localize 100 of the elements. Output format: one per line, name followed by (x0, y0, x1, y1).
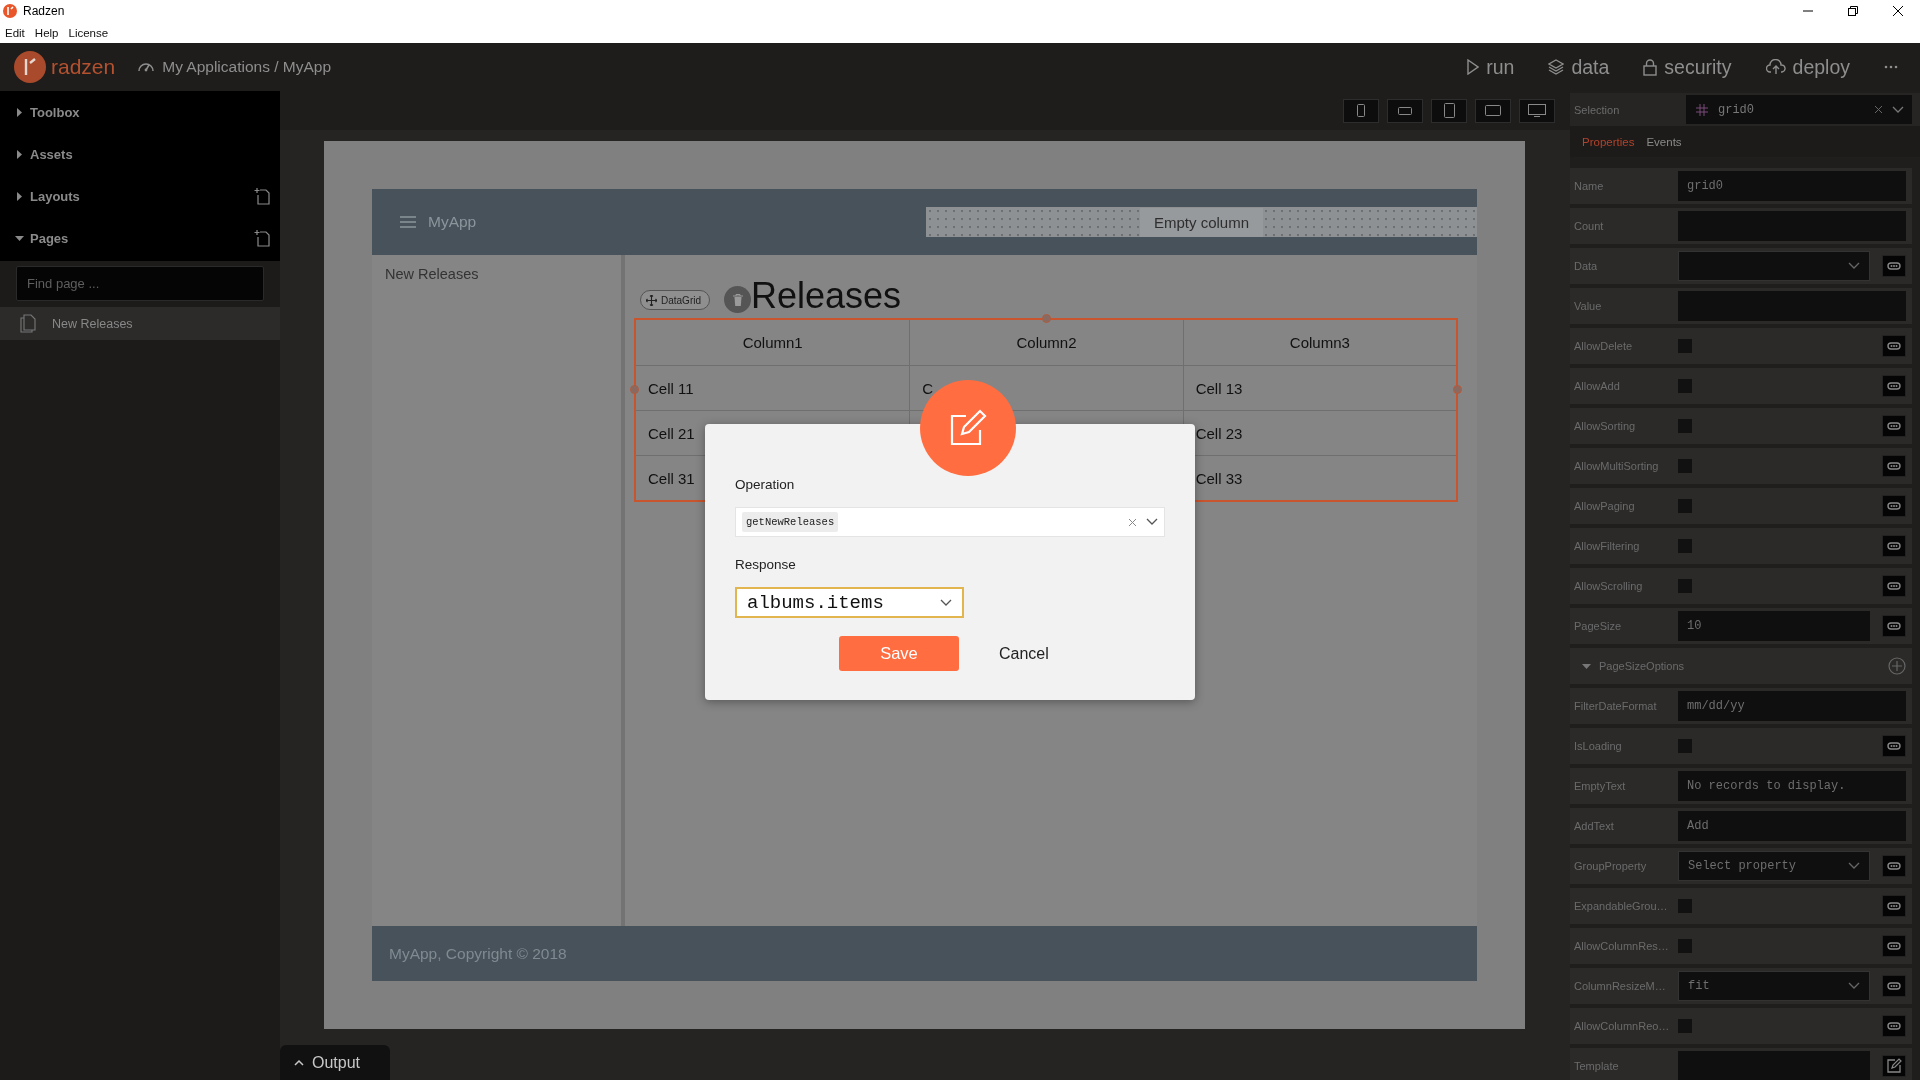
tablet-icon[interactable] (1431, 98, 1467, 123)
bind-button[interactable] (1882, 615, 1906, 637)
cloud-upload-icon (1765, 59, 1786, 75)
tab[interactable]: Properties (1582, 135, 1635, 148)
field-label: Response (735, 557, 797, 572)
dropdown[interactable]: Select property (1678, 851, 1870, 881)
cancel-button[interactable]: Cancel (999, 644, 1049, 663)
more-icon[interactable] (1884, 65, 1898, 69)
tablet-landscape-icon[interactable] (1475, 98, 1511, 123)
bind-button[interactable] (1882, 255, 1906, 277)
page-item[interactable]: New Releases (0, 307, 280, 340)
resize-handle[interactable] (1453, 385, 1462, 394)
nav-link[interactable]: run (1467, 55, 1515, 79)
bind-button[interactable] (1882, 895, 1906, 917)
text-field[interactable]: grid0 (1678, 171, 1906, 201)
checkbox[interactable] (1678, 1019, 1692, 1033)
bind-button[interactable] (1882, 855, 1906, 877)
checkbox[interactable] (1678, 939, 1692, 953)
bind-button[interactable] (1882, 535, 1906, 557)
checkbox[interactable] (1678, 379, 1692, 393)
bind-button[interactable] (1882, 935, 1906, 957)
text-field[interactable] (1678, 211, 1906, 241)
checkbox[interactable] (1678, 739, 1692, 753)
bind-button[interactable] (1882, 975, 1906, 997)
property-label: AllowColumnReo… (1574, 1020, 1671, 1032)
chain-icon (1887, 902, 1901, 910)
phone-icon[interactable] (1343, 98, 1379, 123)
phone-landscape-icon[interactable] (1387, 98, 1423, 123)
new-file-icon[interactable] (254, 187, 270, 205)
text-field[interactable]: 10 (1678, 611, 1870, 641)
caret-right-icon[interactable] (15, 149, 24, 159)
bind-button[interactable] (1882, 375, 1906, 397)
lock-icon (1643, 58, 1658, 76)
caret-right-icon[interactable] (15, 191, 24, 201)
bind-button[interactable] (1882, 455, 1906, 477)
nav-link[interactable]: New Releases (385, 266, 479, 282)
selection-field[interactable]: grid0 (1686, 95, 1912, 124)
section-header[interactable]: Toolbox (30, 104, 270, 120)
property-label: GroupProperty (1574, 860, 1648, 872)
layers-icon (1548, 59, 1565, 75)
bind-button[interactable] (1882, 575, 1906, 597)
new-file-icon[interactable] (254, 229, 270, 247)
empty-column[interactable]: Empty column (926, 207, 1477, 237)
edit-button[interactable] (1882, 1055, 1906, 1077)
add-circle-icon[interactable] (1888, 657, 1906, 675)
breadcrumb[interactable]: My Applications / MyApp (162, 58, 332, 76)
checkbox[interactable] (1678, 579, 1692, 593)
text-field[interactable]: No records to display. (1678, 771, 1906, 801)
dropdown[interactable]: fit (1678, 971, 1870, 1001)
bind-button[interactable] (1882, 335, 1906, 357)
text-field[interactable]: Add (1678, 811, 1906, 841)
chevron-down-icon (1848, 982, 1860, 990)
checkbox[interactable] (1678, 419, 1692, 433)
caret-right-icon[interactable] (15, 107, 24, 117)
checkbox[interactable] (1678, 459, 1692, 473)
column-header[interactable]: Column1 (636, 320, 910, 365)
monitor-icon[interactable] (1519, 98, 1555, 123)
menu-item[interactable]: License (63, 26, 114, 39)
nav-link[interactable]: data (1548, 55, 1610, 79)
section-header[interactable]: Pages (30, 230, 254, 246)
bind-button[interactable] (1882, 495, 1906, 517)
response-select[interactable]: albums.items (735, 587, 964, 618)
property-label: AllowPaging (1574, 500, 1636, 512)
output-tab[interactable]: Output (280, 1045, 390, 1080)
column-header[interactable]: Column3 (1182, 320, 1456, 365)
resize-handle[interactable] (1042, 314, 1051, 323)
text-field[interactable] (1678, 1051, 1870, 1080)
move-icon (646, 294, 657, 306)
chain-icon (1887, 1022, 1901, 1030)
app-footer: MyApp, Copyright © 2018 (372, 926, 1477, 981)
bind-button[interactable] (1882, 415, 1906, 437)
clear-icon[interactable] (1875, 106, 1882, 113)
operation-select[interactable]: getNewReleases (735, 507, 1165, 537)
section-header[interactable]: Assets (30, 146, 270, 162)
component-badge[interactable]: DataGrid (640, 290, 710, 310)
resize-handle[interactable] (630, 385, 639, 394)
property-label: PageSize (1574, 620, 1623, 632)
text-field[interactable]: mm/dd/yy (1678, 691, 1906, 721)
chain-icon (1887, 582, 1901, 590)
checkbox[interactable] (1678, 539, 1692, 553)
checkbox[interactable] (1678, 899, 1692, 913)
nav-link[interactable]: deploy (1765, 55, 1850, 79)
nav-link[interactable]: security (1643, 55, 1732, 79)
caret-down-icon[interactable] (1582, 661, 1591, 671)
bind-button[interactable] (1882, 1015, 1906, 1037)
delete-button[interactable] (724, 286, 751, 313)
clear-icon[interactable] (1129, 518, 1136, 526)
section-header[interactable]: Layouts (30, 188, 254, 204)
save-button[interactable]: Save (839, 636, 959, 671)
chain-icon (1887, 942, 1901, 950)
chevron-down-icon[interactable] (1892, 105, 1904, 114)
bind-button[interactable] (1882, 735, 1906, 757)
checkbox[interactable] (1678, 499, 1692, 513)
caret-down-icon[interactable] (15, 233, 24, 243)
tab[interactable]: Events (1646, 135, 1682, 148)
search-field[interactable]: Find page ... (16, 266, 264, 301)
text-field[interactable] (1678, 291, 1906, 321)
menu-item[interactable]: Edit (0, 26, 30, 39)
checkbox[interactable] (1678, 339, 1692, 353)
menu-item[interactable]: Help (29, 26, 64, 39)
